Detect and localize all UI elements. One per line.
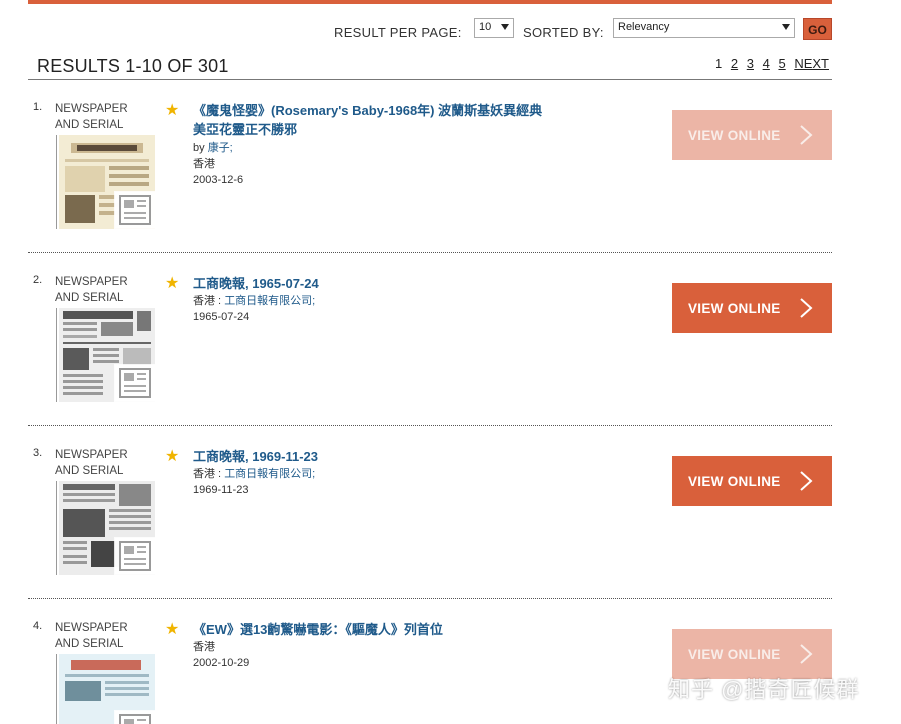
result-publisher: 香港 : 工商日報有限公司; (193, 468, 316, 480)
results-count-heading: RESULTS 1-10 OF 301 (37, 56, 229, 76)
result-divider (28, 598, 832, 599)
result-title-link[interactable]: 《魔鬼怪婴》(Rosemary's Baby-1968年) 波蘭斯基妖異經典 美… (193, 101, 593, 139)
page-2-link[interactable]: 2 (731, 56, 738, 71)
watermark-text: 知乎 @揩奇匠候群 (668, 677, 860, 702)
result-type: NEWSPAPER AND SERIAL (55, 449, 128, 477)
result-title-link[interactable]: 工商晚報, 1969-11-23 (193, 447, 593, 466)
pagination: 1 2 3 4 5 NEXT (715, 56, 829, 71)
sort-select[interactable]: Relevancy (613, 18, 795, 38)
result-date: 1965-07-24 (193, 311, 250, 323)
view-online-button[interactable]: VIEW ONLINE (672, 456, 832, 506)
result-number: 1. (33, 101, 43, 113)
sorted-by-label: SORTED BY: (523, 25, 604, 40)
favorite-star-icon[interactable]: ★ (165, 100, 179, 120)
heading-divider (28, 79, 832, 80)
view-online-button[interactable]: VIEW ONLINE (672, 110, 832, 160)
newspaper-type-icon (114, 191, 156, 229)
result-item: 3. NEWSPAPER AND SERIAL ★ 工商晚報, 1969-11-… (28, 447, 832, 617)
publisher-link[interactable]: 工商日報有限公司; (224, 295, 315, 307)
result-number: 2. (33, 274, 43, 286)
result-place: 香港 (193, 641, 215, 653)
result-publisher: 香港 : 工商日報有限公司; (193, 295, 316, 307)
result-item: 2. NEWSPAPER AND SERIAL ★ 工商晚報, 1965-07-… (28, 274, 832, 444)
publisher-link[interactable]: 工商日報有限公司; (224, 468, 315, 480)
result-title-link[interactable]: 《EW》選13齣驚嚇電影：《驅魔人》列首位 (193, 620, 593, 639)
author-link[interactable]: 康子; (208, 142, 233, 154)
result-place: 香港 (193, 158, 215, 170)
chevron-right-icon (800, 644, 813, 664)
chevron-right-icon (800, 298, 813, 318)
page-3-link[interactable]: 3 (747, 56, 754, 71)
favorite-star-icon[interactable]: ★ (165, 620, 179, 639)
go-button[interactable]: GO (803, 18, 832, 40)
chevron-right-icon (800, 471, 813, 491)
page-1-current: 1 (715, 56, 723, 71)
page-4-link[interactable]: 4 (763, 56, 770, 71)
dropdown-arrow-icon (782, 24, 790, 30)
result-thumbnail[interactable] (56, 135, 156, 229)
top-accent-bar (28, 0, 832, 4)
result-type: NEWSPAPER AND SERIAL (55, 276, 128, 304)
sort-value: Relevancy (618, 21, 670, 33)
result-divider (28, 252, 832, 253)
result-item: 1. NEWSPAPER AND SERIAL ★ 《魔鬼怪婴》(Rosemar… (28, 101, 832, 271)
result-number: 4. (33, 620, 43, 632)
result-type: NEWSPAPER AND SERIAL (55, 103, 128, 131)
result-date: 2002-10-29 (193, 657, 250, 669)
page-5-link[interactable]: 5 (778, 56, 785, 71)
results-per-page-label: RESULT PER PAGE: (334, 25, 462, 40)
result-date: 1969-11-23 (193, 484, 249, 496)
results-per-page-value: 10 (479, 21, 492, 33)
result-thumbnail[interactable] (56, 481, 156, 575)
result-type: NEWSPAPER AND SERIAL (55, 622, 128, 650)
result-title-link[interactable]: 工商晚報, 1965-07-24 (193, 274, 593, 293)
newspaper-type-icon (114, 710, 156, 724)
result-thumbnail[interactable] (56, 654, 156, 724)
favorite-star-icon[interactable]: ★ (165, 446, 179, 466)
results-per-page-select[interactable]: 10 (474, 18, 514, 38)
newspaper-type-icon (114, 537, 156, 575)
newspaper-type-icon (114, 364, 156, 402)
result-thumbnail[interactable] (56, 308, 156, 402)
results-controls: RESULT PER PAGE: 10 SORTED BY: Relevancy… (0, 16, 901, 46)
result-date: 2003-12-6 (193, 174, 244, 186)
next-page-link[interactable]: NEXT (794, 56, 829, 71)
favorite-star-icon[interactable]: ★ (165, 273, 179, 293)
result-number: 3. (33, 447, 43, 459)
result-divider (28, 425, 832, 426)
dropdown-arrow-icon (501, 24, 509, 30)
result-author: by 康子; (193, 142, 233, 154)
chevron-right-icon (800, 125, 813, 145)
view-online-button[interactable]: VIEW ONLINE (672, 283, 832, 333)
